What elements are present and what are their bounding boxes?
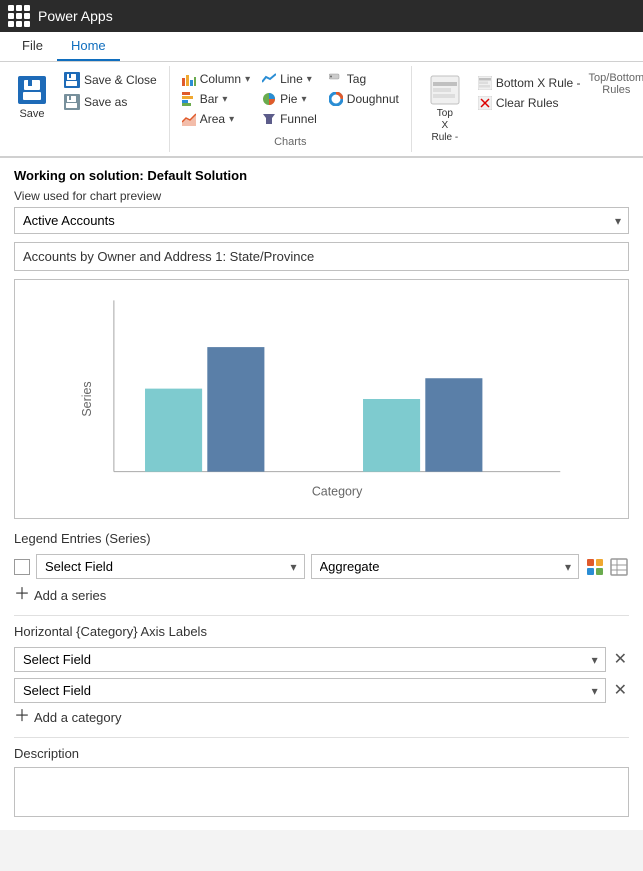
main-content: Working on solution: Default Solution Vi…: [0, 158, 643, 830]
chart-tag-group: Tag Doughnut: [325, 70, 403, 108]
add-series-link[interactable]: ＋ Add a series: [14, 587, 629, 603]
add-category-link[interactable]: ＋ Add a category: [14, 709, 629, 725]
line-chart-icon: [262, 72, 276, 86]
funnel-chart-button[interactable]: Funnel: [258, 110, 321, 128]
category-field-1-wrapper: Select Field ▾: [14, 647, 606, 672]
top-x-rule-icon: [429, 74, 461, 106]
funnel-chart-icon: [262, 112, 276, 126]
category-row-1: Select Field ▾ ✕: [14, 647, 629, 672]
category-field-2-wrapper: Select Field ▾: [14, 678, 606, 703]
waffle-icon[interactable]: [8, 5, 30, 27]
tab-file[interactable]: File: [8, 32, 57, 61]
chart-line-group: Line ▾ Pie ▾ Funnel: [258, 70, 321, 128]
bar-3: [363, 399, 420, 472]
tag-chart-icon: [329, 72, 343, 86]
line-chart-button[interactable]: Line ▾: [258, 70, 316, 88]
add-category-plus-icon: ＋: [14, 709, 30, 725]
category-2-remove-button[interactable]: ✕: [612, 681, 629, 701]
category-section-title: Horizontal {Category} Axis Labels: [14, 624, 629, 639]
category-row-2: Select Field ▾ ✕: [14, 678, 629, 703]
view-dropdown-wrapper: Active Accounts ▾: [14, 207, 629, 234]
aggregate-dropdown-wrapper: Aggregate ▾: [311, 554, 580, 579]
series-row: Select Field ▾ Aggregate ▾: [14, 554, 629, 579]
y-axis-label: Series: [80, 381, 94, 416]
top-bottom-sub-group: Bottom X Rule - Clear Rules: [474, 70, 585, 112]
x-axis-label: Category: [312, 485, 363, 499]
bar-4: [425, 378, 482, 471]
save-close-button[interactable]: Save & Close: [60, 70, 161, 90]
area-chart-icon: [182, 112, 196, 126]
save-icon: [18, 76, 46, 104]
title-bar: Power Apps: [0, 0, 643, 32]
save-sub-group: Save & Close Save as: [60, 70, 161, 112]
series-checkbox[interactable]: [14, 559, 30, 575]
series-field-dropdown-wrapper: Select Field ▾: [36, 554, 305, 579]
description-label: Description: [14, 746, 629, 761]
divider-2: [14, 737, 629, 738]
description-textarea[interactable]: [14, 767, 629, 817]
top-bottom-label: Top/Bottom Rules: [589, 70, 643, 96]
add-category-label: Add a category: [34, 710, 121, 725]
add-series-label: Add a series: [34, 588, 106, 603]
column-chart-button[interactable]: Column ▾: [178, 70, 254, 88]
solution-label: Working on solution: Default Solution: [14, 168, 629, 183]
chart-types-row: Column ▾ Bar ▾: [178, 70, 403, 130]
ribbon: Save Save & Close Save as: [0, 62, 643, 158]
series-field-dropdown[interactable]: Select Field: [36, 554, 305, 579]
bottom-x-rule-icon: [478, 76, 492, 90]
aggregate-dropdown[interactable]: Aggregate: [311, 554, 580, 579]
bar-chart-button[interactable]: Bar ▾: [178, 90, 232, 108]
ribbon-group-top-bottom: TopXRule - Bottom X Rule - Clear Rules: [412, 66, 643, 152]
bar-2: [207, 347, 264, 472]
save-as-label: Save as: [84, 95, 127, 109]
save-close-label: Save & Close: [84, 73, 157, 87]
view-label: View used for chart preview: [14, 189, 629, 203]
legend-section-title: Legend Entries (Series): [14, 531, 629, 546]
app-title: Power Apps: [38, 8, 113, 24]
tag-chart-button[interactable]: Tag: [325, 70, 370, 88]
bar-1: [145, 389, 202, 472]
chart-svg: Series Category: [25, 290, 618, 508]
column-chart-icon: [182, 72, 196, 86]
doughnut-chart-button[interactable]: Doughnut: [325, 90, 403, 108]
series-color-icon[interactable]: [585, 557, 605, 577]
table-icon: [610, 558, 628, 576]
pie-chart-button[interactable]: Pie ▾: [258, 90, 310, 108]
tab-home[interactable]: Home: [57, 32, 120, 61]
add-series-plus-icon: ＋: [14, 587, 30, 603]
ribbon-tabs: File Home: [0, 32, 643, 62]
save-close-icon: [64, 72, 80, 88]
save-button[interactable]: Save: [8, 70, 56, 124]
chart-col-group: Column ▾ Bar ▾: [178, 70, 254, 128]
save-as-icon: [64, 94, 80, 110]
area-chart-button[interactable]: Area ▾: [178, 110, 238, 128]
clear-rules-icon: [478, 96, 492, 110]
series-table-icon[interactable]: [609, 557, 629, 577]
doughnut-chart-icon: [329, 92, 343, 106]
top-x-rule-large-button[interactable]: TopXRule -: [420, 70, 470, 148]
ribbon-group-save: Save Save & Close Save as: [0, 66, 170, 152]
category-field-1-dropdown[interactable]: Select Field: [14, 647, 606, 672]
bar-chart-icon: [182, 92, 196, 106]
charts-group-label: Charts: [178, 134, 403, 148]
chart-title: Accounts by Owner and Address 1: State/P…: [14, 242, 629, 271]
pie-chart-icon: [262, 92, 276, 106]
save-as-button[interactable]: Save as: [60, 92, 131, 112]
chart-preview: Series Category: [14, 279, 629, 519]
color-swatch-icon: [586, 558, 604, 576]
ribbon-group-charts: Column ▾ Bar ▾: [170, 66, 412, 152]
divider-1: [14, 615, 629, 616]
series-action-icons: [585, 557, 629, 577]
view-dropdown[interactable]: Active Accounts: [14, 207, 629, 234]
bottom-x-rule-button[interactable]: Bottom X Rule -: [474, 74, 585, 92]
category-1-remove-button[interactable]: ✕: [612, 650, 629, 670]
save-label: Save: [19, 108, 44, 120]
category-field-2-dropdown[interactable]: Select Field: [14, 678, 606, 703]
clear-rules-button[interactable]: Clear Rules: [474, 94, 563, 112]
top-label: TopXRule -: [432, 108, 459, 144]
